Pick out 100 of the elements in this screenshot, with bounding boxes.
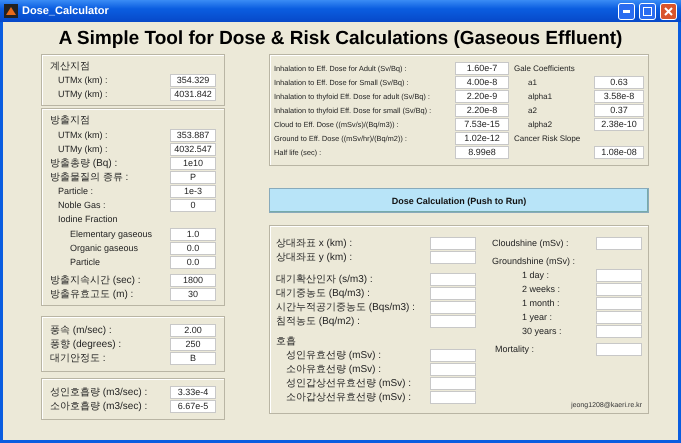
app-icon [4, 4, 18, 18]
value-field[interactable]: 1e10 [170, 156, 216, 170]
value-field[interactable]: 4032.547 [170, 142, 216, 156]
value-field[interactable]: 354.329 [170, 74, 216, 86]
value-field[interactable]: 2.20e-9 [455, 90, 509, 102]
field-label: 풍향 (degrees) : [50, 338, 122, 351]
value-field[interactable]: 2.20e-8 [455, 104, 509, 116]
field-label: UTMx (km) : [58, 75, 108, 85]
value-field[interactable]: 3.58e-8 [594, 90, 644, 102]
value-field[interactable]: 30 [170, 288, 216, 300]
value-field[interactable]: 1.60e-7 [455, 62, 509, 74]
window-title: Dose_Calculator [22, 5, 110, 17]
section-heading: Gale Coefficients [514, 64, 575, 72]
field-label: 성인유효선량 (mSv) : [286, 349, 381, 362]
field-label: 성인호흡량 (m3/sec) : [50, 386, 148, 399]
value-field[interactable]: 2.38e-10 [594, 118, 644, 130]
value-field[interactable]: 4031.842 [170, 88, 216, 100]
field-label: 대기확산인자 (s/m3) : [276, 273, 373, 286]
field-label: Organic gaseous [70, 243, 138, 253]
field-label: Noble Gas : [58, 200, 106, 210]
minimize-button[interactable] [618, 2, 635, 20]
maximize-button[interactable] [639, 2, 656, 20]
field-label: alpha2 [528, 120, 552, 128]
field-label: Mortality : [495, 344, 534, 354]
value-field[interactable] [430, 300, 476, 314]
field-label: 풍속 (m/sec) : [50, 324, 112, 337]
field-label: Particle [70, 257, 100, 267]
value-field[interactable]: 3.33e-4 [170, 386, 216, 398]
field-label: 침적농도 (Bq/m2) : [276, 315, 360, 328]
field-label: a1 [528, 78, 537, 86]
field-label: UTMy (km) : [58, 144, 108, 154]
field-label: 상대좌표 x (km) : [276, 237, 352, 250]
value-field[interactable]: 2.00 [170, 324, 216, 336]
value-field[interactable]: 4.00e-8 [455, 76, 509, 88]
field-label: 상대좌표 y (km) : [276, 251, 352, 264]
value-field[interactable]: 1e-3 [170, 184, 216, 198]
field-label: 방출지속시간 (sec) : [50, 274, 141, 287]
section-heading: 방출지점 [50, 114, 90, 127]
value-field[interactable]: 8.99e8 [455, 146, 509, 158]
value-field[interactable]: 6.67e-5 [170, 400, 216, 412]
field-label: 30 years : [522, 326, 562, 336]
value-field[interactable]: 1.02e-12 [455, 132, 509, 144]
value-field[interactable] [430, 272, 476, 286]
field-label: 대기안정도 : [50, 352, 106, 365]
value-field[interactable] [596, 282, 642, 296]
value-field[interactable] [430, 362, 476, 376]
group-label: Iodine Fraction [58, 214, 118, 224]
field-label: 1 year : [522, 312, 552, 322]
field-label: 성인갑상선유효선량 (mSv) : [286, 377, 411, 390]
section-heading: 호흡 [276, 335, 296, 348]
page-heading: A Simple Tool for Dose & Risk Calculations (Gaseous Effluent) [58, 27, 624, 51]
field-label: 방출총량 (Bq) : [50, 157, 118, 170]
value-field[interactable]: 250 [170, 338, 216, 350]
section-heading: Cancer Risk Slope [514, 134, 580, 142]
field-label: 1 day : [522, 270, 550, 280]
section-heading: 계산지점 [50, 60, 90, 73]
field-label: 소아호흡량 (m3/sec) : [50, 400, 148, 413]
value-field[interactable] [430, 286, 476, 300]
field-label: 대기중농도 (Bq/m3) : [276, 287, 370, 300]
field-label: 1 month : [522, 298, 560, 308]
close-icon [664, 6, 673, 16]
minimize-icon [623, 10, 630, 12]
value-field[interactable]: 1.08e-08 [594, 146, 644, 158]
field-label: a2 [528, 106, 537, 114]
value-field[interactable] [430, 390, 476, 404]
field-label: 2 weeks : [522, 284, 560, 294]
field-label: Particle : [58, 186, 94, 196]
value-field[interactable]: 353.887 [170, 128, 216, 142]
value-field[interactable]: 1800 [170, 274, 216, 286]
value-field[interactable]: 0.63 [594, 76, 644, 88]
value-field[interactable]: B [170, 352, 216, 364]
value-field[interactable] [430, 250, 476, 264]
value-field[interactable] [430, 348, 476, 362]
value-field[interactable] [596, 342, 642, 356]
field-label: Groundshine (mSv) : [492, 256, 576, 266]
field-label: 방출물질의 종류 : [50, 171, 128, 184]
value-field[interactable] [430, 314, 476, 328]
run-button[interactable]: Dose Calculation (Push to Run) [269, 188, 649, 213]
value-field[interactable]: 0.0 [170, 256, 216, 268]
close-button[interactable] [660, 2, 677, 20]
value-field[interactable]: 0.0 [170, 242, 216, 254]
field-label: 소아유효선량 (mSv) : [286, 363, 381, 376]
value-field[interactable]: P [170, 170, 216, 184]
value-field[interactable]: 0 [170, 198, 216, 212]
field-label: 소아갑상선유효선량 (mSv) : [286, 391, 411, 404]
value-field[interactable] [430, 236, 476, 250]
field-label: UTMx (km) : [58, 130, 108, 140]
value-field[interactable]: 0.37 [594, 104, 644, 116]
field-label: 시간누적공기중농도 (Bqs/m3) : [276, 301, 415, 314]
value-field[interactable] [596, 310, 642, 324]
field-label: Cloudshine (mSv) : [492, 238, 569, 248]
value-field[interactable] [596, 236, 642, 250]
value-field[interactable] [430, 376, 476, 390]
value-field[interactable]: 7.53e-15 [455, 118, 509, 130]
maximize-icon [643, 6, 652, 16]
value-field[interactable] [596, 296, 642, 310]
value-field[interactable]: 1.0 [170, 228, 216, 240]
value-field[interactable] [596, 324, 642, 338]
value-field[interactable] [596, 268, 642, 282]
field-label: 방출유효고도 (m) : [50, 288, 134, 301]
